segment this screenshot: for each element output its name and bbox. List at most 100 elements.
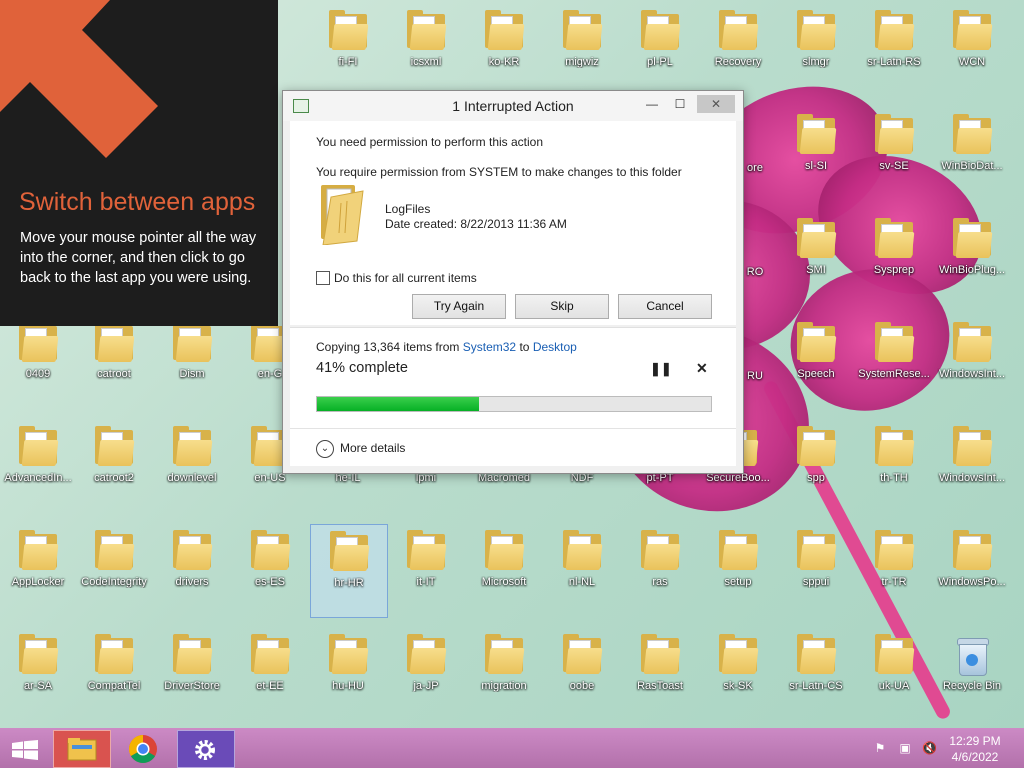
desktop-folder-icon[interactable]: et-EE <box>232 628 308 720</box>
source-link[interactable]: System32 <box>463 340 516 354</box>
desktop-folder-icon[interactable]: hr-HR <box>310 524 388 618</box>
desktop-icon-label: drivers <box>175 576 209 588</box>
desktop-icon-label: sl-SI <box>805 160 827 172</box>
desktop-icon-label: uk-UA <box>878 680 910 692</box>
cancel-button[interactable]: Cancel <box>618 294 712 319</box>
desktop-folder-icon[interactable]: migration <box>466 628 542 720</box>
desktop-icon-label: slmgr <box>802 56 830 68</box>
progress-panel: Copying 13,364 items from System32 to De… <box>290 327 736 466</box>
desktop-folder-icon[interactable]: nl-NL <box>544 524 620 616</box>
file-explorer-taskbar-button[interactable] <box>53 730 111 768</box>
desktop-folder-icon[interactable]: ar-SA <box>0 628 76 720</box>
desktop-folder-icon[interactable]: oobe <box>544 628 620 720</box>
desktop-folder-icon[interactable]: es-ES <box>232 524 308 616</box>
desktop-folder-icon[interactable]: ras <box>622 524 698 616</box>
destination-link[interactable]: Desktop <box>533 340 577 354</box>
desktop-folder-icon[interactable]: th-TH <box>856 420 932 512</box>
desktop-folder-icon[interactable]: AppLocker <box>0 524 76 616</box>
folder-icon <box>797 114 837 154</box>
minimize-button[interactable]: — <box>639 95 665 113</box>
folder-icon <box>407 10 447 50</box>
folder-icon <box>797 218 837 258</box>
copy-prefix: Copying 13,364 items from <box>316 340 460 354</box>
desktop-folder-icon[interactable]: catroot <box>76 316 152 408</box>
desktop-folder-icon[interactable]: SMI <box>778 212 854 304</box>
desktop-folder-icon[interactable]: sv-SE <box>856 108 932 200</box>
desktop-folder-icon[interactable]: ko-KR <box>466 4 542 96</box>
desktop-folder-icon[interactable]: pl-PL <box>622 4 698 96</box>
desktop-folder-icon[interactable]: Sysprep <box>856 212 932 304</box>
desktop-folder-icon[interactable]: catroot2 <box>76 420 152 512</box>
desktop-folder-icon[interactable]: WindowsPo... <box>934 524 1010 616</box>
settings-taskbar-button[interactable] <box>177 730 235 768</box>
desktop-folder-icon[interactable]: drivers <box>154 524 230 616</box>
skip-button[interactable]: Skip <box>515 294 609 319</box>
desktop-folder-icon[interactable]: WinBioPlug... <box>934 212 1010 304</box>
folder-icon <box>407 530 447 570</box>
dialog-titlebar[interactable]: 1 Interrupted Action — ☐ ✕ <box>283 91 743 121</box>
switch-apps-tip: Switch between apps Move your mouse poin… <box>0 0 278 326</box>
desktop-icon-label: ore <box>747 162 763 174</box>
desktop-folder-icon[interactable]: DriverStore <box>154 628 230 720</box>
desktop-folder-icon[interactable]: sr-Latn-RS <box>856 4 932 96</box>
desktop-folder-icon[interactable]: it-IT <box>388 524 464 616</box>
folder-icon <box>329 10 369 50</box>
folder-icon <box>95 322 135 362</box>
apply-all-checkbox[interactable] <box>316 271 330 285</box>
stop-button[interactable]: ✕ <box>696 360 708 377</box>
desktop-folder-icon[interactable]: uk-UA <box>856 628 932 720</box>
desktop-folder-icon[interactable]: SystemRese... <box>856 316 932 408</box>
expand-chevron-icon[interactable]: ⌄ <box>316 440 334 458</box>
desktop-folder-icon[interactable]: sppui <box>778 524 854 616</box>
volume-muted-icon[interactable]: 🔇 <box>922 741 937 755</box>
folder-icon <box>953 322 993 362</box>
desktop-folder-icon[interactable]: 0409 <box>0 316 76 408</box>
close-button[interactable]: ✕ <box>697 95 735 113</box>
desktop-folder-icon[interactable]: AdvancedIn... <box>0 420 76 512</box>
desktop-folder-icon[interactable]: WindowsInt... <box>934 316 1010 408</box>
desktop-icon-label: migwiz <box>565 56 599 68</box>
desktop-icon-label: CodeIntegrity <box>81 576 147 588</box>
maximize-button[interactable]: ☐ <box>667 95 693 113</box>
network-icon[interactable]: ▣ <box>898 741 912 755</box>
desktop-folder-icon[interactable]: icsxml <box>388 4 464 96</box>
desktop-folder-icon[interactable]: Dism <box>154 316 230 408</box>
desktop-folder-icon[interactable]: spp <box>778 420 854 512</box>
desktop-icon-label: WCN <box>958 56 986 68</box>
chrome-taskbar-button[interactable] <box>115 730 171 766</box>
desktop-folder-icon[interactable]: hu-HU <box>310 628 386 720</box>
desktop-icon-recycle-bin[interactable]: Recycle Bin <box>934 628 1010 720</box>
action-center-flag-icon[interactable]: ⚑ <box>873 741 887 755</box>
desktop-folder-icon[interactable]: sr-Latn-CS <box>778 628 854 720</box>
desktop-folder-icon[interactable]: sk-SK <box>700 628 776 720</box>
desktop-folder-icon[interactable]: Microsoft <box>466 524 542 616</box>
pause-button[interactable]: ❚❚ <box>650 361 672 377</box>
desktop-folder-icon[interactable]: Speech <box>778 316 854 408</box>
desktop-folder-icon[interactable]: WindowsInt... <box>934 420 1010 512</box>
desktop-folder-icon[interactable]: ja-JP <box>388 628 464 720</box>
interrupted-action-dialog: 1 Interrupted Action — ☐ ✕ You need perm… <box>282 90 744 474</box>
folder-icon <box>719 530 759 570</box>
desktop-folder-icon[interactable]: sl-SI <box>778 108 854 200</box>
desktop-folder-icon[interactable]: CodeIntegrity <box>76 524 152 616</box>
taskbar-clock[interactable]: 12:29 PM 4/6/2022 <box>940 733 1010 765</box>
desktop-folder-icon[interactable]: CompatTel <box>76 628 152 720</box>
chrome-icon <box>129 735 157 763</box>
desktop-folder-icon[interactable]: WCN <box>934 4 1010 96</box>
desktop-folder-icon[interactable]: tr-TR <box>856 524 932 616</box>
start-button[interactable] <box>0 730 56 766</box>
folder-icon <box>563 530 603 570</box>
desktop-folder-icon[interactable]: fi-FI <box>310 4 386 96</box>
more-details-link[interactable]: More details <box>340 441 405 455</box>
desktop-folder-icon[interactable]: slmgr <box>778 4 854 96</box>
desktop-folder-icon[interactable]: WinBioDat... <box>934 108 1010 200</box>
desktop-icon-label: sppui <box>802 576 830 588</box>
desktop-folder-icon[interactable]: downlevel <box>154 420 230 512</box>
folder-icon <box>875 114 915 154</box>
desktop-folder-icon[interactable]: migwiz <box>544 4 620 96</box>
desktop-folder-icon[interactable]: setup <box>700 524 776 616</box>
try-again-button[interactable]: Try Again <box>412 294 506 319</box>
desktop-folder-icon[interactable]: Recovery <box>700 4 776 96</box>
desktop-icon-label: th-TH <box>880 472 908 484</box>
desktop-folder-icon[interactable]: RasToast <box>622 628 698 720</box>
